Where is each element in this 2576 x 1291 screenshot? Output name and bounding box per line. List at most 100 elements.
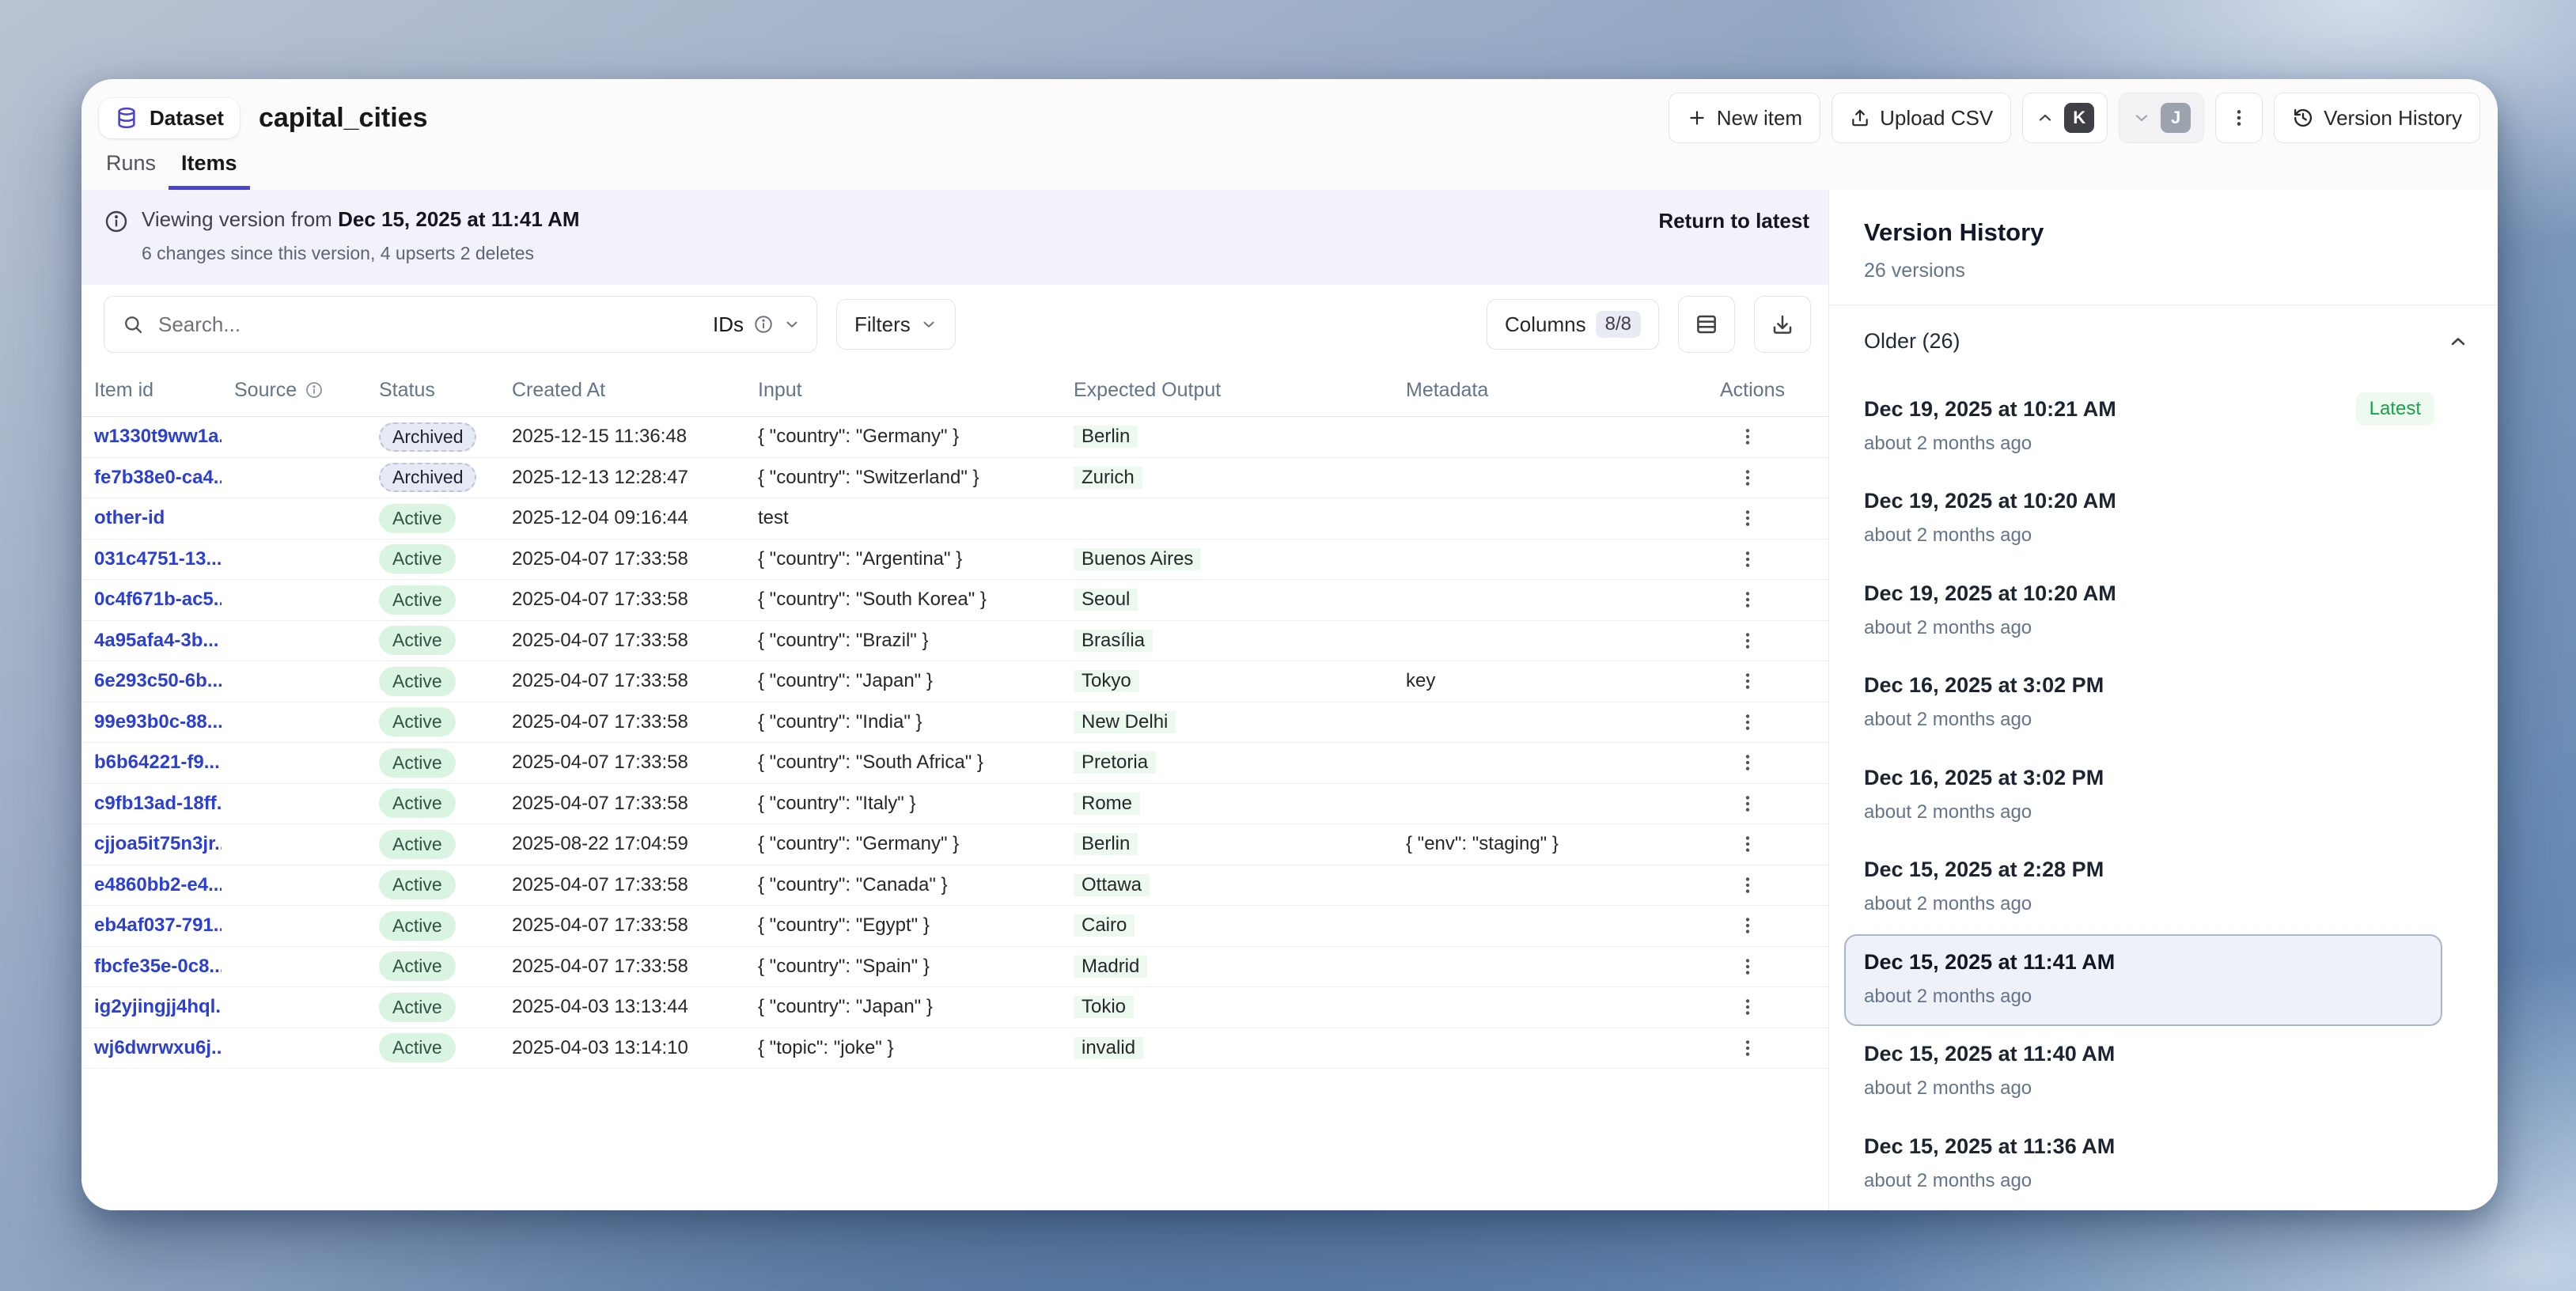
row-actions-button[interactable] bbox=[1731, 827, 1764, 861]
expected-output-value: invalid bbox=[1074, 1037, 1143, 1059]
expected-output-value: Tokyo bbox=[1074, 670, 1139, 692]
dataset-type-label: Dataset bbox=[150, 106, 224, 131]
version-list-item[interactable]: Dec 15, 2025 at 11:40 AM about 2 months … bbox=[1844, 1026, 2442, 1119]
table-row[interactable]: ig2yjingjj4hql... Active 2025-04-03 13:1… bbox=[81, 987, 1828, 1028]
status-badge: Active bbox=[379, 544, 456, 574]
item-id-link[interactable]: eb4af037-791... bbox=[94, 914, 222, 936]
row-height-button[interactable] bbox=[1678, 296, 1735, 353]
table-row[interactable]: 99e93b0c-88... Active 2025-04-07 17:33:5… bbox=[81, 702, 1828, 744]
item-id-link[interactable]: 0c4f671b-ac5... bbox=[94, 589, 222, 610]
input-cell: { "country": "Spain" } bbox=[745, 956, 1061, 978]
tab-runs[interactable]: Runs bbox=[93, 151, 169, 190]
input-cell: { "country": "India" } bbox=[745, 711, 1061, 733]
item-id-link[interactable]: 031c4751-13... bbox=[94, 548, 222, 570]
table-row[interactable]: 031c4751-13... Active 2025-04-07 17:33:5… bbox=[81, 539, 1828, 581]
table-toolbar: IDs Filters bbox=[81, 285, 1828, 364]
table-row[interactable]: w1330t9ww1a... Archived 2025-12-15 11:36… bbox=[81, 417, 1828, 458]
new-item-button[interactable]: New item bbox=[1669, 93, 1820, 143]
item-id-link[interactable]: e4860bb2-e4... bbox=[94, 874, 222, 895]
table-row[interactable]: fbcfe35e-0c8... Active 2025-04-07 17:33:… bbox=[81, 947, 1828, 988]
changes-summary-text: 6 changes since this version, 4 upserts … bbox=[142, 243, 1658, 264]
chevron-up-icon bbox=[2036, 108, 2055, 127]
row-actions-button[interactable] bbox=[1731, 461, 1764, 494]
version-list-item[interactable]: Dec 15, 2025 at 11:41 AM about 2 months … bbox=[1844, 934, 2442, 1027]
table-row[interactable]: eb4af037-791... Active 2025-04-07 17:33:… bbox=[81, 906, 1828, 947]
table-row[interactable]: b6b64221-f9... Active 2025-04-07 17:33:5… bbox=[81, 743, 1828, 784]
item-id-link[interactable]: w1330t9ww1a... bbox=[94, 426, 222, 447]
version-relative-time: about 2 months ago bbox=[1864, 1077, 2442, 1100]
row-actions-button[interactable] bbox=[1731, 787, 1764, 820]
expected-output-value: Buenos Aires bbox=[1074, 548, 1201, 570]
metadata-cell: key bbox=[1393, 670, 1707, 692]
row-actions-button[interactable] bbox=[1731, 1032, 1764, 1065]
item-id-link[interactable]: other-id bbox=[94, 507, 165, 528]
reviewer-k-button[interactable]: K bbox=[2022, 93, 2108, 143]
item-id-link[interactable]: ig2yjingjj4hql... bbox=[94, 996, 222, 1017]
row-actions-button[interactable] bbox=[1731, 869, 1764, 902]
version-list-item[interactable]: Dec 16, 2025 at 3:02 PM about 2 months a… bbox=[1844, 657, 2442, 750]
chevron-down-icon bbox=[2132, 108, 2151, 127]
collapse-group-button[interactable] bbox=[2442, 326, 2474, 358]
created-at-cell: 2025-12-15 11:36:48 bbox=[499, 426, 745, 448]
created-at-cell: 2025-12-04 09:16:44 bbox=[499, 507, 745, 529]
table-row[interactable]: wj6dwrwxu6j... Active 2025-04-03 13:14:1… bbox=[81, 1028, 1828, 1070]
created-at-cell: 2025-04-07 17:33:58 bbox=[499, 793, 745, 815]
status-badge: Active bbox=[379, 585, 456, 615]
row-actions-button[interactable] bbox=[1731, 502, 1764, 535]
search-input[interactable] bbox=[157, 312, 700, 338]
download-button[interactable] bbox=[1754, 296, 1811, 353]
table-row[interactable]: 0c4f671b-ac5... Active 2025-04-07 17:33:… bbox=[81, 580, 1828, 621]
item-id-link[interactable]: wj6dwrwxu6j... bbox=[94, 1037, 222, 1058]
search-box[interactable]: IDs bbox=[104, 296, 817, 353]
version-list-item[interactable]: Dec 19, 2025 at 10:21 AM about 2 months … bbox=[1844, 381, 2442, 474]
item-id-link[interactable]: b6b64221-f9... bbox=[94, 752, 220, 773]
row-actions-button[interactable] bbox=[1731, 909, 1764, 942]
table-rows-icon bbox=[1695, 312, 1718, 336]
created-at-cell: 2025-12-13 12:28:47 bbox=[499, 467, 745, 489]
search-field-select[interactable]: IDs bbox=[713, 312, 801, 337]
item-id-link[interactable]: fbcfe35e-0c8... bbox=[94, 956, 222, 977]
table-row[interactable]: cjjoa5it75n3jr... Active 2025-08-22 17:0… bbox=[81, 824, 1828, 865]
row-actions-button[interactable] bbox=[1731, 624, 1764, 657]
item-id-link[interactable]: 4a95afa4-3b... bbox=[94, 630, 218, 651]
more-options-button[interactable] bbox=[2215, 93, 2263, 143]
item-id-link[interactable]: fe7b38e0-ca4... bbox=[94, 467, 222, 488]
row-actions-button[interactable] bbox=[1731, 746, 1764, 779]
filters-button[interactable]: Filters bbox=[836, 299, 956, 350]
version-list-item[interactable]: Dec 16, 2025 at 3:02 PM about 2 months a… bbox=[1844, 750, 2442, 842]
row-actions-button[interactable] bbox=[1731, 664, 1764, 698]
latest-badge: Latest bbox=[2356, 392, 2434, 426]
columns-button[interactable]: Columns 8/8 bbox=[1487, 299, 1659, 350]
row-actions-button[interactable] bbox=[1731, 420, 1764, 453]
version-history-button[interactable]: Version History bbox=[2274, 93, 2480, 143]
reviewer-j-button[interactable]: J bbox=[2119, 93, 2204, 143]
version-list-item[interactable]: Dec 15, 2025 at 2:28 PM about 2 months a… bbox=[1844, 842, 2442, 934]
chevron-down-icon bbox=[783, 316, 801, 333]
table-row[interactable]: e4860bb2-e4... Active 2025-04-07 17:33:5… bbox=[81, 865, 1828, 907]
row-actions-button[interactable] bbox=[1731, 990, 1764, 1024]
upload-icon bbox=[1850, 108, 1870, 128]
row-actions-button[interactable] bbox=[1731, 543, 1764, 576]
row-actions-button[interactable] bbox=[1731, 583, 1764, 616]
col-expected-output: Expected Output bbox=[1061, 379, 1393, 402]
upload-csv-button[interactable]: Upload CSV bbox=[1832, 93, 2011, 143]
table-row[interactable]: fe7b38e0-ca4... Archived 2025-12-13 12:2… bbox=[81, 458, 1828, 499]
table-row[interactable]: other-id Active 2025-12-04 09:16:44 test bbox=[81, 498, 1828, 539]
table-row[interactable]: 4a95afa4-3b... Active 2025-04-07 17:33:5… bbox=[81, 621, 1828, 662]
version-list-item[interactable]: Dec 19, 2025 at 10:20 AM about 2 months … bbox=[1844, 473, 2442, 566]
item-id-link[interactable]: c9fb13ad-18ff... bbox=[94, 793, 222, 814]
tab-items[interactable]: Items bbox=[169, 151, 250, 190]
item-id-link[interactable]: 6e293c50-6b... bbox=[94, 670, 222, 691]
item-id-link[interactable]: 99e93b0c-88... bbox=[94, 711, 222, 733]
table-row[interactable]: 6e293c50-6b... Active 2025-04-07 17:33:5… bbox=[81, 661, 1828, 702]
row-actions-button[interactable] bbox=[1731, 706, 1764, 739]
return-to-latest-link[interactable]: Return to latest bbox=[1658, 209, 1809, 233]
older-group-header[interactable]: Older (26) bbox=[1829, 305, 2498, 378]
row-actions-button[interactable] bbox=[1731, 950, 1764, 983]
version-list-item[interactable]: Dec 19, 2025 at 10:20 AM about 2 months … bbox=[1844, 566, 2442, 658]
created-at-cell: 2025-08-22 17:04:59 bbox=[499, 833, 745, 855]
version-list-item[interactable]: Dec 15, 2025 at 11:36 AM about 2 months … bbox=[1844, 1119, 2442, 1211]
status-badge: Active bbox=[379, 748, 456, 778]
item-id-link[interactable]: cjjoa5it75n3jr... bbox=[94, 833, 222, 854]
table-row[interactable]: c9fb13ad-18ff... Active 2025-04-07 17:33… bbox=[81, 784, 1828, 825]
